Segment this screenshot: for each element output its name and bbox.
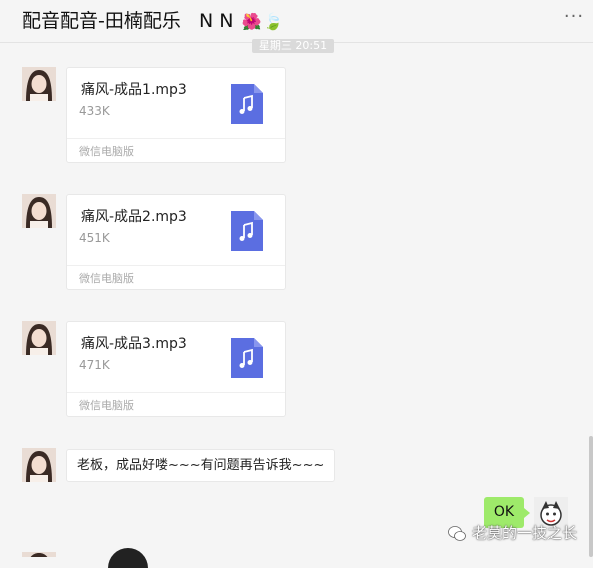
file-source: 微信电脑版 bbox=[79, 399, 134, 412]
avatar[interactable] bbox=[22, 67, 56, 101]
file-name: 痛风-成品3.mp3 bbox=[81, 336, 187, 352]
watermark: 老莫的一技之长 bbox=[448, 522, 577, 542]
bubble-tail bbox=[524, 508, 530, 518]
file-source: 微信电脑版 bbox=[79, 145, 134, 158]
avatar[interactable] bbox=[22, 194, 56, 228]
avatar[interactable] bbox=[22, 321, 56, 355]
file-message[interactable]: 痛风-成品1.mp3 433K 微信电脑版 bbox=[66, 67, 286, 163]
chat-header: 配音配音-田楠配乐 N N 🌺 🍃 ··· bbox=[0, 0, 593, 43]
music-file-icon bbox=[231, 211, 263, 251]
wechat-icon bbox=[448, 525, 466, 541]
card-divider bbox=[67, 265, 285, 266]
partial-image bbox=[108, 548, 148, 568]
avatar[interactable] bbox=[22, 448, 56, 482]
flower-icon: 🌺 bbox=[241, 12, 262, 31]
file-size: 433K bbox=[79, 104, 110, 118]
avatar-partial bbox=[22, 547, 56, 557]
leaf-icon: 🍃 bbox=[263, 12, 284, 31]
card-divider bbox=[67, 138, 285, 139]
watermark-text: 老莫的一技之长 bbox=[472, 524, 578, 542]
chat-title-text: 配音配音-田楠配乐 bbox=[22, 10, 181, 32]
music-file-icon bbox=[231, 84, 263, 124]
card-divider bbox=[67, 392, 285, 393]
file-name: 痛风-成品2.mp3 bbox=[81, 209, 187, 225]
scrollbar[interactable] bbox=[589, 436, 593, 557]
text-message[interactable]: 老板，成品好喽~~~有问题再告诉我~~~ bbox=[66, 449, 336, 482]
file-size: 451K bbox=[79, 231, 110, 245]
file-name: 痛风-成品1.mp3 bbox=[81, 82, 187, 98]
more-options-icon[interactable]: ··· bbox=[561, 6, 587, 28]
chat-title-suffix: N N bbox=[198, 10, 234, 32]
music-file-icon bbox=[231, 338, 263, 378]
chat-title: 配音配音-田楠配乐 N N 🌺 🍃 bbox=[22, 6, 283, 33]
file-source: 微信电脑版 bbox=[79, 272, 134, 285]
file-size: 471K bbox=[79, 358, 110, 372]
time-divider: 星期三 20:51 bbox=[252, 39, 334, 53]
file-message[interactable]: 痛风-成品3.mp3 471K 微信电脑版 bbox=[66, 321, 286, 417]
file-message[interactable]: 痛风-成品2.mp3 451K 微信电脑版 bbox=[66, 194, 286, 290]
